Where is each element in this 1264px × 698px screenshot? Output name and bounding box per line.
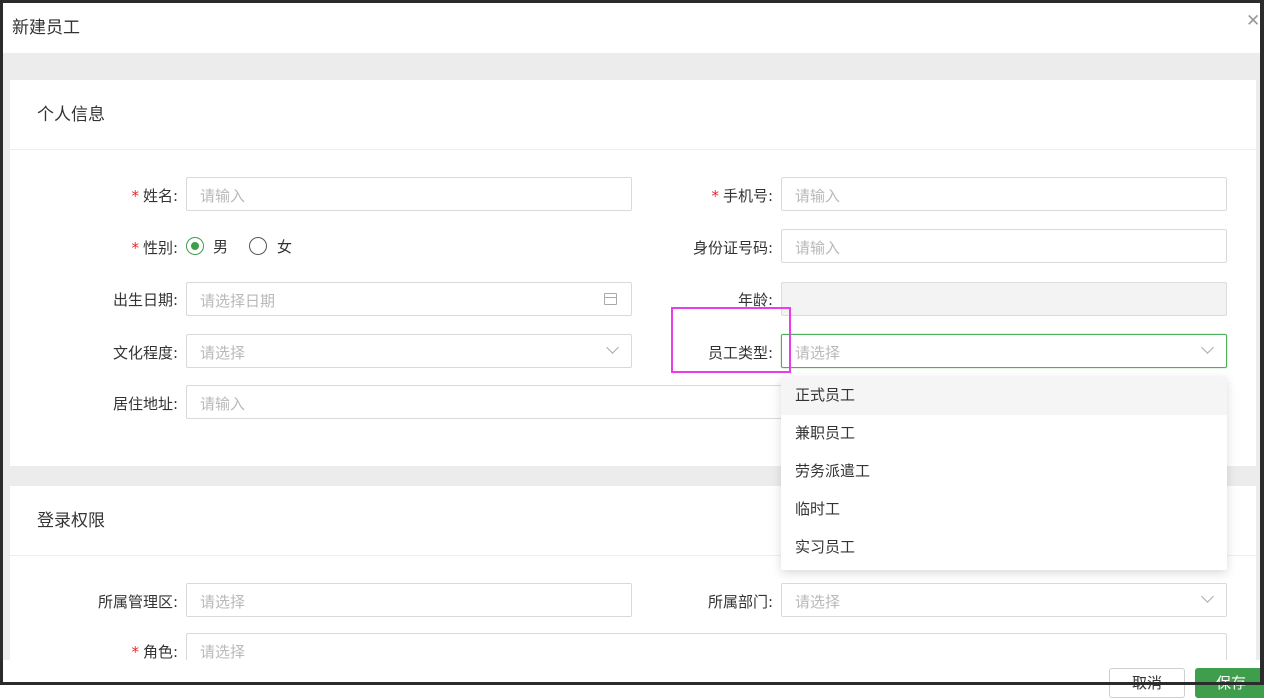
role-placeholder: 请选择 bbox=[200, 643, 246, 661]
highlight-annotation bbox=[671, 307, 791, 373]
chevron-down-icon bbox=[1201, 590, 1214, 603]
chevron-down-icon bbox=[606, 341, 619, 354]
address-placeholder: 请输入 bbox=[200, 395, 246, 413]
education-label: 文化程度: bbox=[112, 344, 178, 362]
birth-date-picker[interactable]: 请选择日期 bbox=[186, 282, 632, 316]
employee-type-select[interactable]: 请选择 bbox=[781, 334, 1227, 368]
birth-date-placeholder: 请选择日期 bbox=[200, 292, 276, 310]
phone-placeholder: 请输入 bbox=[795, 187, 841, 205]
phone-input[interactable]: 请输入 bbox=[781, 177, 1227, 211]
save-button[interactable]: 保存 bbox=[1195, 668, 1264, 698]
birth-date-label: 出生日期: bbox=[112, 291, 178, 309]
name-placeholder: 请输入 bbox=[200, 187, 246, 205]
dropdown-option[interactable]: 正式员工 bbox=[781, 377, 1227, 415]
close-icon[interactable]: ✕ bbox=[1246, 14, 1260, 28]
id-number-placeholder: 请输入 bbox=[795, 239, 841, 257]
name-input[interactable]: 请输入 bbox=[186, 177, 632, 211]
gender-male-label[interactable]: 男 bbox=[213, 236, 228, 257]
dropdown-option[interactable]: 临时工 bbox=[781, 491, 1227, 529]
department-select[interactable]: 请选择 bbox=[781, 583, 1227, 617]
gender-female-radio[interactable] bbox=[249, 237, 267, 255]
id-number-label: 身份证号码: bbox=[692, 239, 773, 257]
personal-info-title: 个人信息 bbox=[37, 105, 105, 125]
dropdown-option[interactable]: 实习员工 bbox=[781, 529, 1227, 567]
cancel-button[interactable]: 取消 bbox=[1109, 668, 1185, 698]
education-placeholder: 请选择 bbox=[200, 344, 246, 362]
phone-label: * 手机号: bbox=[711, 187, 773, 205]
gender-label: * 性别: bbox=[131, 239, 178, 257]
management-area-select[interactable]: 请选择 bbox=[186, 583, 632, 617]
dialog-title: 新建员工 bbox=[12, 18, 80, 38]
chevron-down-icon bbox=[1201, 341, 1214, 354]
id-number-input[interactable]: 请输入 bbox=[781, 229, 1227, 263]
gender-male-radio[interactable] bbox=[186, 237, 204, 255]
role-label: * 角色: bbox=[131, 643, 178, 661]
age-input bbox=[781, 282, 1227, 316]
login-permission-title: 登录权限 bbox=[37, 511, 105, 531]
role-select[interactable]: 请选择 bbox=[186, 633, 1227, 661]
dropdown-option[interactable]: 劳务派遣工 bbox=[781, 453, 1227, 491]
calendar-icon bbox=[604, 293, 617, 305]
employee-type-placeholder: 请选择 bbox=[795, 344, 841, 362]
management-area-label: 所属管理区: bbox=[97, 593, 178, 611]
education-select[interactable]: 请选择 bbox=[186, 334, 632, 368]
department-label: 所属部门: bbox=[707, 593, 773, 611]
divider bbox=[10, 149, 1256, 150]
management-area-placeholder: 请选择 bbox=[200, 593, 246, 611]
employee-type-dropdown: 正式员工 兼职员工 劳务派遣工 临时工 实习员工 bbox=[781, 377, 1227, 570]
gender-female-label[interactable]: 女 bbox=[277, 236, 292, 257]
name-label: * 姓名: bbox=[131, 187, 178, 205]
address-label: 居住地址: bbox=[112, 395, 178, 413]
department-placeholder: 请选择 bbox=[795, 593, 841, 611]
dropdown-option[interactable]: 兼职员工 bbox=[781, 415, 1227, 453]
dialog-header: 新建员工 ✕ bbox=[3, 3, 1260, 53]
